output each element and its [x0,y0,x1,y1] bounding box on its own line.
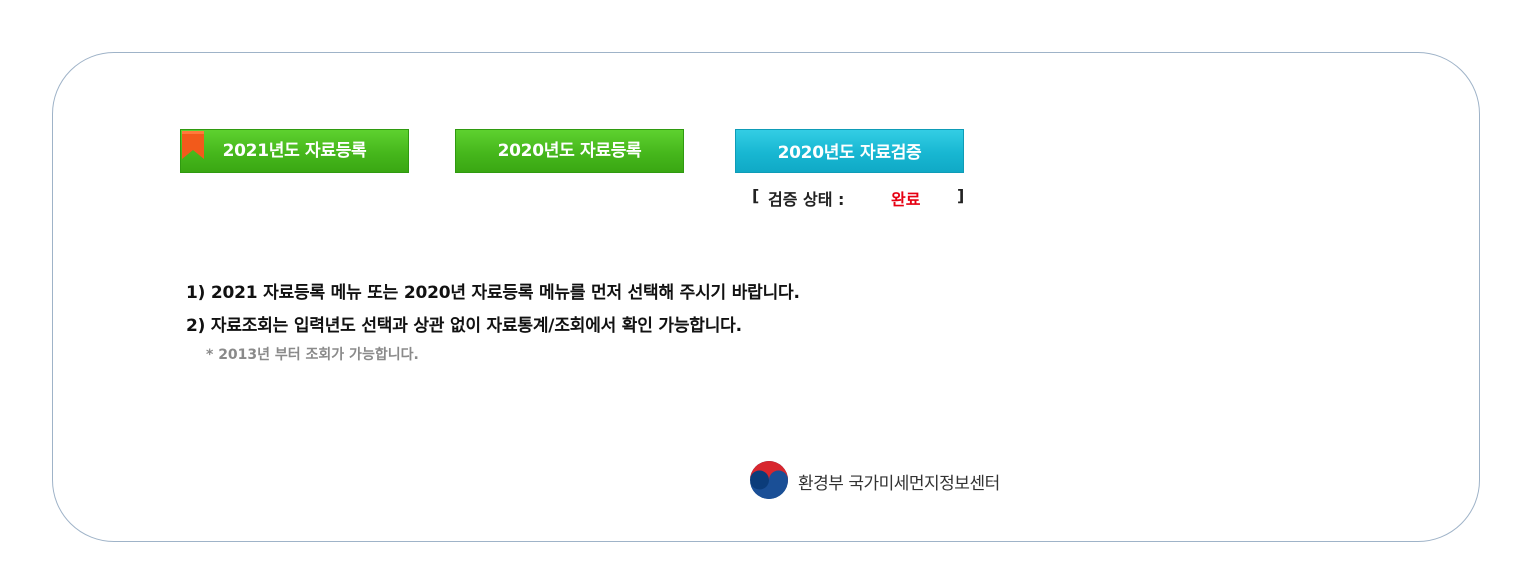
footer-org-name: 환경부 국가미세먼지정보센터 [798,474,1000,494]
register-2021-button[interactable]: 2021년도 자료등록 [180,129,409,173]
government-emblem-icon [750,461,788,499]
notice-line-2: 2) 자료조회는 입력년도 선택과 상관 없이 자료통계/조회에서 확인 가능합… [186,316,742,336]
status-bracket-open: [ [752,186,760,205]
notice-line-1: 1) 2021 자료등록 메뉴 또는 2020년 자료등록 메뉴를 먼저 선택해… [186,283,800,303]
bookmark-icon [182,131,204,159]
notice-sub-note: * 2013년 부터 조회가 가능합니다. [206,347,419,363]
status-bracket-close: ] [957,186,965,205]
verification-status: [ 검증 상태 : 완료 ] [752,186,982,210]
verify-2020-button[interactable]: 2020년도 자료검증 [735,129,964,173]
register-2020-button[interactable]: 2020년도 자료등록 [455,129,684,173]
status-label: 검증 상태 : [768,190,845,209]
status-value: 완료 [891,190,921,209]
